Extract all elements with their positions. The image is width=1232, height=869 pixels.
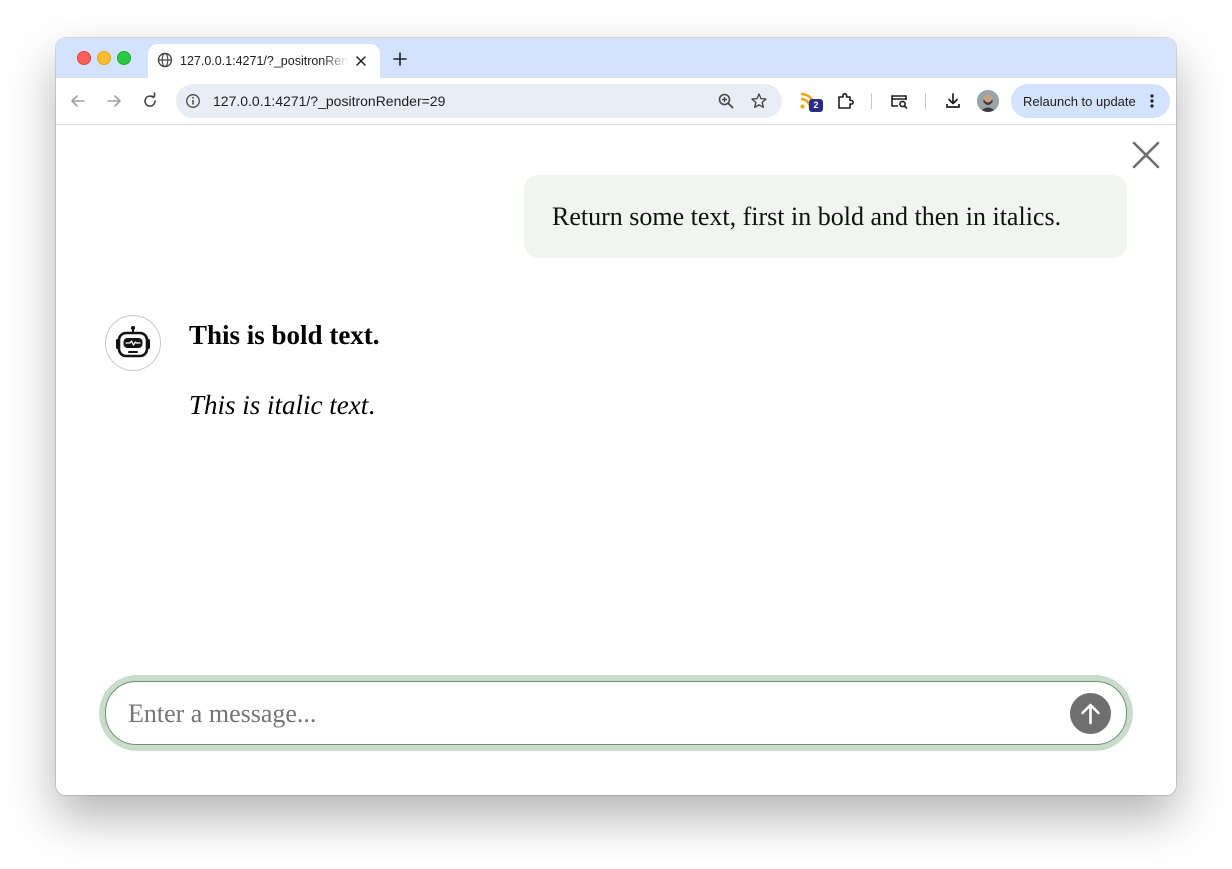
- puzzle-icon[interactable]: [835, 91, 855, 111]
- tab-search-icon[interactable]: [889, 91, 909, 111]
- relaunch-button[interactable]: Relaunch to update: [1011, 84, 1170, 118]
- url-text: 127.0.0.1:4271/?_positronRender=29: [213, 93, 446, 109]
- robot-icon: [106, 326, 160, 374]
- star-icon[interactable]: [750, 92, 768, 110]
- info-icon[interactable]: [185, 93, 201, 109]
- assistant-bold-text: This is bold text.: [189, 320, 380, 350]
- message-input-container: [99, 675, 1133, 751]
- toolbar-divider: [871, 93, 872, 109]
- reload-icon[interactable]: [140, 91, 160, 111]
- toolbar-divider: [925, 93, 926, 109]
- close-icon[interactable]: [1130, 139, 1162, 171]
- browser-toolbar: 127.0.0.1:4271/?_positronRender=29 2 Rel…: [56, 78, 1176, 125]
- message-input-box: [105, 681, 1127, 745]
- assistant-italic-text: This is italic text.: [189, 390, 375, 421]
- tab-active[interactable]: 127.0.0.1:4271/?_positronRender=29: [148, 44, 380, 78]
- assistant-avatar: [105, 315, 161, 371]
- chat-page: Return some text, first in bold and then…: [56, 125, 1176, 795]
- window-zoom-button[interactable]: [117, 51, 131, 65]
- assistant-italic-words: This is italic text: [189, 390, 369, 420]
- relaunch-label: Relaunch to update: [1023, 94, 1136, 109]
- avatar[interactable]: [977, 90, 999, 112]
- tab-strip: 127.0.0.1:4271/?_positronRender=29: [56, 38, 1176, 78]
- user-message-text: Return some text, first in bold and then…: [552, 202, 1062, 231]
- arrow-left-icon[interactable]: [68, 91, 88, 111]
- address-bar[interactable]: 127.0.0.1:4271/?_positronRender=29: [176, 84, 782, 118]
- globe-icon: [157, 52, 173, 68]
- download-icon[interactable]: [943, 91, 963, 111]
- message-input[interactable]: [126, 694, 1060, 734]
- window-close-button[interactable]: [77, 51, 91, 65]
- window-minimize-button[interactable]: [97, 51, 111, 65]
- close-icon[interactable]: [353, 53, 369, 69]
- tab-title: 127.0.0.1:4271/?_positronRender=29: [180, 54, 348, 68]
- arrow-up-icon: [1070, 703, 1111, 738]
- arrow-right-icon[interactable]: [104, 91, 124, 111]
- zoom-in-icon[interactable]: [717, 92, 735, 110]
- kebab-menu-icon[interactable]: [1149, 93, 1155, 109]
- assistant-italic-period: .: [368, 390, 375, 420]
- send-button[interactable]: [1070, 693, 1111, 734]
- user-message-bubble: Return some text, first in bold and then…: [524, 175, 1127, 258]
- extension-badge: 2: [809, 99, 823, 112]
- plus-icon[interactable]: [390, 49, 410, 69]
- browser-window: 127.0.0.1:4271/?_positronRender=29: [56, 38, 1176, 795]
